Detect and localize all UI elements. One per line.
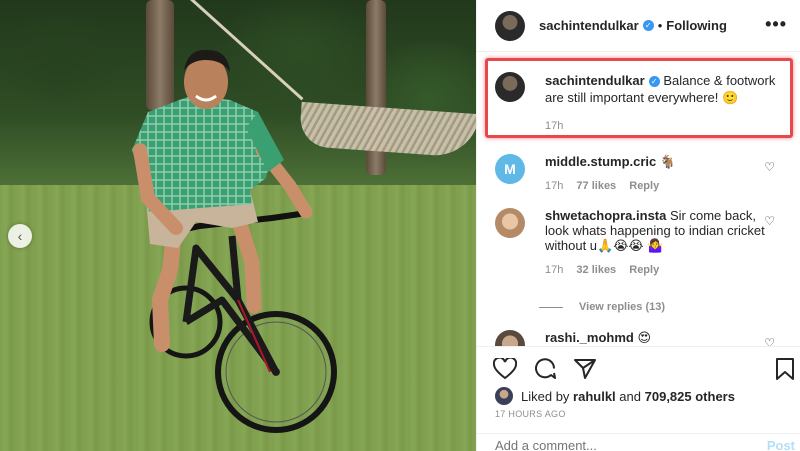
following-button[interactable]: Following [666,18,727,33]
post-caption: sachintendulkar ✓ Balance & footwork are … [495,72,785,135]
comment-input[interactable] [495,438,735,451]
author-username[interactable]: sachintendulkar [539,18,639,33]
commenter-avatar[interactable] [495,208,525,238]
likes-summary: Liked by rahulkl and 709,825 others [495,387,735,405]
comment-time: 17h [545,180,564,192]
like-comment-heart-icon[interactable]: ♡ [764,214,775,228]
comment-likes[interactable]: 77 likes [576,180,616,192]
verified-badge-icon: ✓ [648,76,660,87]
save-bookmark-icon[interactable] [771,355,799,383]
comment-text: 😍 [637,330,652,345]
post-comment-button[interactable]: Post [767,438,795,451]
author-avatar[interactable] [495,10,525,41]
liker-avatar[interactable] [495,387,513,405]
caption-username[interactable]: sachintendulkar [545,73,645,88]
verified-badge-icon: ✓ [642,20,654,31]
more-options-icon[interactable]: ••• [765,14,787,35]
author-avatar[interactable] [495,72,525,102]
likes-count[interactable]: 709,825 others [645,389,735,404]
view-replies-button[interactable]: View replies (13) [539,301,665,313]
post-detail-panel: sachintendulkar ✓ • Following ••• sachin… [476,0,800,451]
like-comment-heart-icon[interactable]: ♡ [764,160,775,174]
commenter-username[interactable]: middle.stump.cric [545,154,656,169]
reply-button[interactable]: Reply [629,264,659,276]
replies-divider [539,306,563,308]
comment-bubble-icon[interactable] [531,355,559,383]
reply-button[interactable]: Reply [629,180,659,192]
separator-dot: • [657,18,663,33]
post-header: sachintendulkar ✓ • Following ••• [477,0,800,52]
view-replies-label: View replies (13) [579,301,666,313]
previous-photo-button[interactable]: ‹ [8,224,32,248]
commenter-username[interactable]: shwetachopra.insta [545,208,666,223]
comment: shwetachopra.insta Sir come back, look w… [495,208,795,278]
share-paper-plane-icon[interactable] [571,355,599,383]
caption-time: 17h [545,120,564,132]
liker-username[interactable]: rahulkl [573,389,616,404]
comment-likes[interactable]: 32 likes [576,264,616,276]
commenter-username[interactable]: rashi._mohmd [545,330,634,345]
post-photo[interactable]: ‹ [0,0,476,451]
post-timestamp[interactable]: 17 HOURS AGO [495,409,566,419]
comment-meta: 17h 77 likes Reply [545,179,765,194]
comment-time: 17h [545,264,564,276]
comment: M middle.stump.cric 🐐 17h 77 likes Reply… [495,154,795,194]
add-comment-bar: Post [477,433,800,451]
comment-text: 🐐 [659,154,677,169]
commenter-avatar[interactable]: M [495,154,525,184]
like-heart-icon[interactable] [491,355,519,383]
man-on-bicycle [132,49,337,433]
post-actions: Liked by rahulkl and 709,825 others 17 H… [477,346,800,451]
comment-meta: 17h 32 likes Reply [545,263,765,278]
liked-by-and: and [619,388,641,404]
liked-by-prefix: Liked by [521,388,570,404]
